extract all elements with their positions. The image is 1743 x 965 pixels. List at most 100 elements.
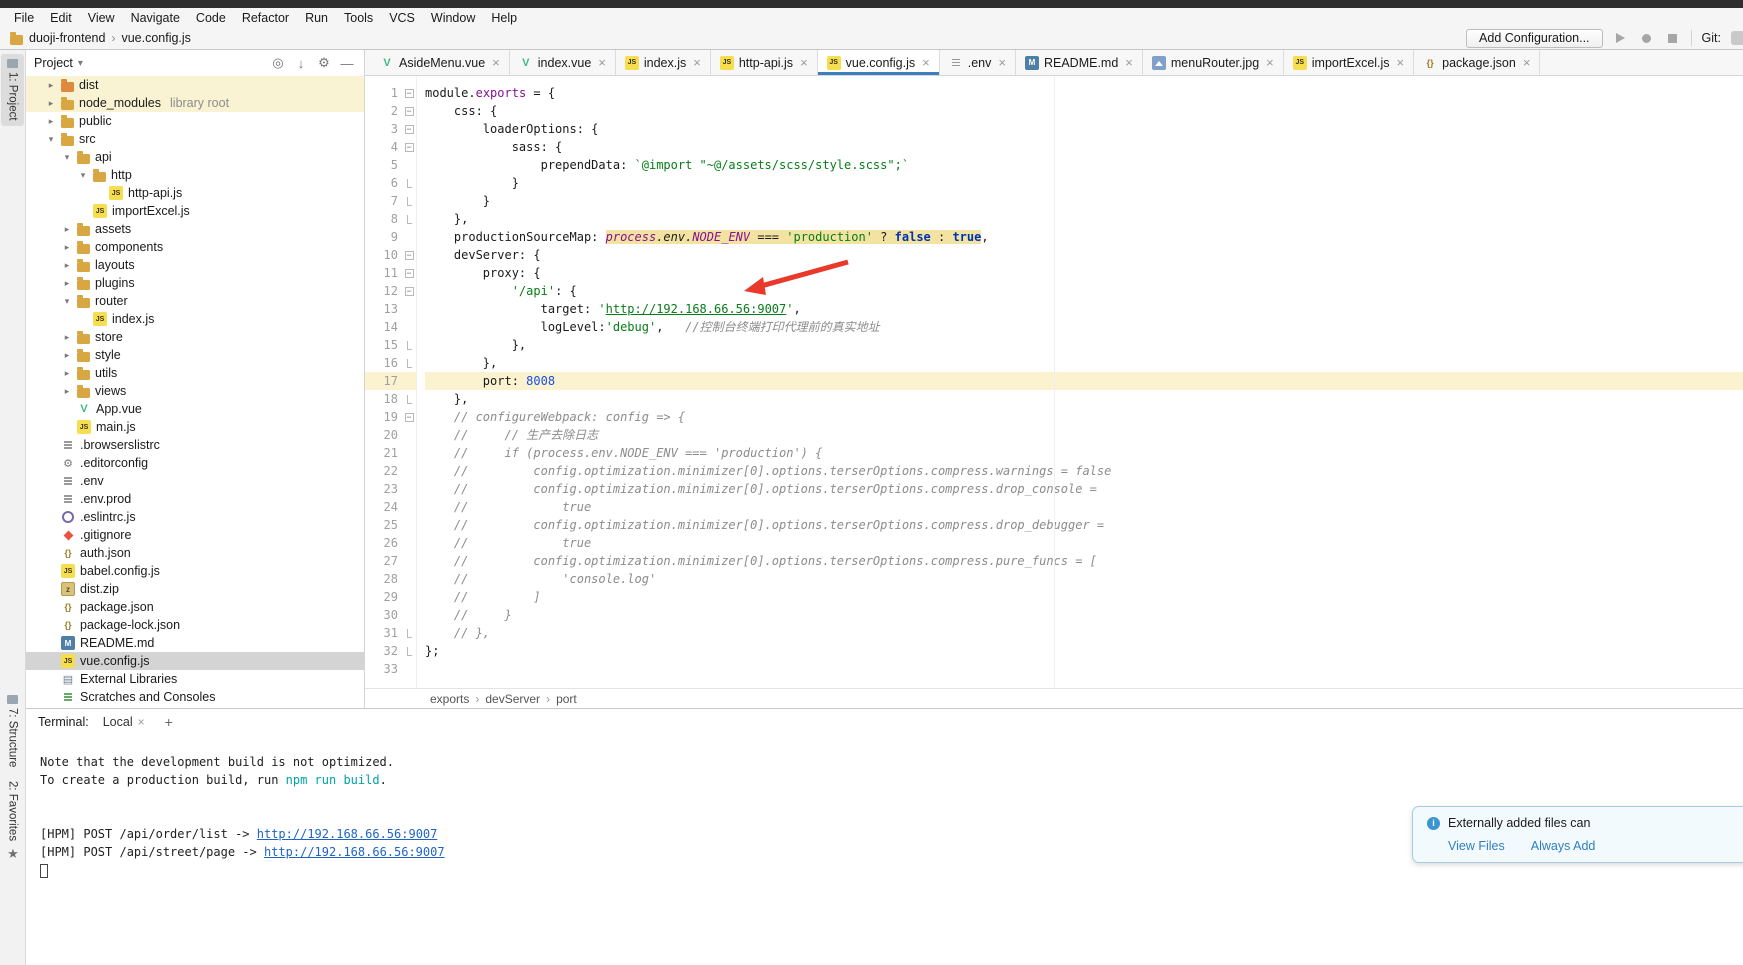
fold-column[interactable]: − [402, 107, 416, 116]
code-line[interactable]: productionSourceMap: process.env.NODE_EN… [425, 228, 1743, 246]
tree-item-views[interactable]: ▸views [26, 382, 364, 400]
close-icon[interactable]: × [598, 55, 606, 70]
terminal-tab-local[interactable]: Local × [97, 713, 151, 731]
chevron-down-icon[interactable]: ▾ [46, 134, 56, 145]
chevron-down-icon[interactable]: ▾ [62, 296, 72, 307]
tree-item-api[interactable]: ▾api [26, 148, 364, 166]
code-line[interactable]: '/api': { [425, 282, 1743, 300]
tree-item-components[interactable]: ▸components [26, 238, 364, 256]
tree-item-package-lock.json[interactable]: {}package-lock.json [26, 616, 364, 634]
code-line[interactable]: // configureWebpack: config => { [425, 408, 1743, 426]
tree-item-utils[interactable]: ▸utils [26, 364, 364, 382]
always-add-link[interactable]: Always Add [1531, 839, 1596, 853]
git-update-icon[interactable] [1731, 31, 1743, 45]
tree-item-node_modules[interactable]: ▸node_moduleslibrary root [26, 94, 364, 112]
tree-item-babel.config.js[interactable]: JSbabel.config.js [26, 562, 364, 580]
code-line[interactable]: // ] [425, 588, 1743, 606]
code-line[interactable]: // } [425, 606, 1743, 624]
close-icon[interactable]: × [492, 55, 500, 70]
code-line[interactable]: } [425, 192, 1743, 210]
code-line[interactable]: logLevel:'debug', //控制台终端打印代理前的真实地址 [425, 318, 1743, 336]
tree-item-vue.config.js[interactable]: JSvue.config.js [26, 652, 364, 670]
code-line[interactable]: sass: { [425, 138, 1743, 156]
view-files-link[interactable]: View Files [1448, 839, 1505, 853]
editor-tab-package.json[interactable]: {}package.json× [1414, 50, 1540, 75]
code-segment[interactable]: http://192.168.66.56:9007 [264, 845, 445, 859]
menu-item-edit[interactable]: Edit [42, 10, 80, 26]
stop-icon[interactable] [1665, 30, 1681, 46]
fold-collapse-icon[interactable]: − [405, 107, 414, 116]
editor-tab-http-api.js[interactable]: JShttp-api.js× [711, 50, 818, 75]
fold-collapse-icon[interactable]: − [405, 287, 414, 296]
code-segment[interactable]: http://192.168.66.56:9007 [257, 827, 438, 841]
close-icon[interactable]: × [138, 715, 145, 729]
code-line[interactable]: }, [425, 354, 1743, 372]
chevron-down-icon[interactable]: ▾ [78, 58, 83, 69]
code-line[interactable]: // config.optimization.minimizer[0].opti… [425, 480, 1743, 498]
code-line[interactable]: module.exports = { [425, 84, 1743, 102]
menu-item-refactor[interactable]: Refactor [234, 10, 297, 26]
settings-gear-icon[interactable]: ⚙ [315, 55, 333, 71]
editor-tab-index.vue[interactable]: Vindex.vue× [510, 50, 616, 75]
breadcrumb-item-exports[interactable]: exports [430, 692, 469, 706]
tree-item-App.vue[interactable]: VApp.vue [26, 400, 364, 418]
fold-column[interactable]: − [402, 125, 416, 134]
code-line[interactable]: // if (process.env.NODE_ENV === 'product… [425, 444, 1743, 462]
tree-item-importExcel.js[interactable]: JSimportExcel.js [26, 202, 364, 220]
close-icon[interactable]: × [1266, 55, 1274, 70]
tree-item-http[interactable]: ▾http [26, 166, 364, 184]
code-line[interactable]: // true [425, 534, 1743, 552]
editor-tab-vue.config.js[interactable]: JSvue.config.js× [818, 50, 940, 75]
breadcrumb-file[interactable]: vue.config.js [121, 31, 190, 45]
code-line[interactable]: target: 'http://192.168.66.56:9007', [425, 300, 1743, 318]
chevron-right-icon[interactable]: ▸ [62, 260, 72, 271]
run-icon[interactable] [1613, 30, 1629, 46]
tree-item-README.md[interactable]: MREADME.md [26, 634, 364, 652]
code-line[interactable]: // // 生产去除日志 [425, 426, 1743, 444]
code-line[interactable]: }; [425, 642, 1743, 660]
tree-item-layouts[interactable]: ▸layouts [26, 256, 364, 274]
chevron-right-icon[interactable]: ▸ [46, 80, 56, 91]
chevron-right-icon[interactable]: ▸ [46, 116, 56, 127]
git-widget-label[interactable]: Git: [1702, 31, 1721, 45]
menu-item-file[interactable]: File [6, 10, 42, 26]
favorites-star-icon[interactable]: ★ [0, 846, 26, 862]
chevron-down-icon[interactable]: ▾ [62, 152, 72, 163]
code-line[interactable]: }, [425, 390, 1743, 408]
fold-column[interactable]: − [402, 251, 416, 260]
tree-item-.eslintrc.js[interactable]: .eslintrc.js [26, 508, 364, 526]
tree-item-package.json[interactable]: {}package.json [26, 598, 364, 616]
debug-icon[interactable] [1639, 30, 1655, 46]
tree-item-public[interactable]: ▸public [26, 112, 364, 130]
fold-column[interactable]: − [402, 89, 416, 98]
locate-file-icon[interactable]: ◎ [269, 55, 287, 71]
code-line[interactable]: }, [425, 336, 1743, 354]
add-configuration-button[interactable]: Add Configuration... [1466, 29, 1603, 48]
editor-tab-.env[interactable]: .env× [940, 50, 1016, 75]
code-line[interactable]: // config.optimization.minimizer[0].opti… [425, 462, 1743, 480]
tree-item-dist.zip[interactable]: zdist.zip [26, 580, 364, 598]
editor-tab-importExcel.js[interactable]: JSimportExcel.js× [1284, 50, 1414, 75]
code-line[interactable]: }, [425, 210, 1743, 228]
tree-item-style[interactable]: ▸style [26, 346, 364, 364]
tree-item-.editorconfig[interactable]: ⚙.editorconfig [26, 454, 364, 472]
close-icon[interactable]: × [922, 55, 930, 70]
fold-column[interactable]: − [402, 413, 416, 422]
code-line[interactable]: // }, [425, 624, 1743, 642]
code-line[interactable]: proxy: { [425, 264, 1743, 282]
menu-item-window[interactable]: Window [423, 10, 483, 26]
tree-item-router[interactable]: ▾router [26, 292, 364, 310]
close-icon[interactable]: × [1125, 55, 1133, 70]
fold-collapse-icon[interactable]: − [405, 89, 414, 98]
fold-column[interactable]: − [402, 143, 416, 152]
menu-item-vcs[interactable]: VCS [381, 10, 423, 26]
code-line[interactable]: } [425, 174, 1743, 192]
tree-item-.gitignore[interactable]: .gitignore [26, 526, 364, 544]
code-line[interactable]: // 'console.log' [425, 570, 1743, 588]
code-line[interactable]: // true [425, 498, 1743, 516]
chevron-right-icon[interactable]: ▸ [62, 242, 72, 253]
breadcrumb-project[interactable]: duoji-frontend [29, 31, 105, 45]
new-terminal-icon[interactable]: + [159, 714, 179, 730]
code-editor[interactable]: 1−2−3−4−5678910−11−12−13141516171819−202… [365, 76, 1743, 688]
menu-item-help[interactable]: Help [483, 10, 525, 26]
